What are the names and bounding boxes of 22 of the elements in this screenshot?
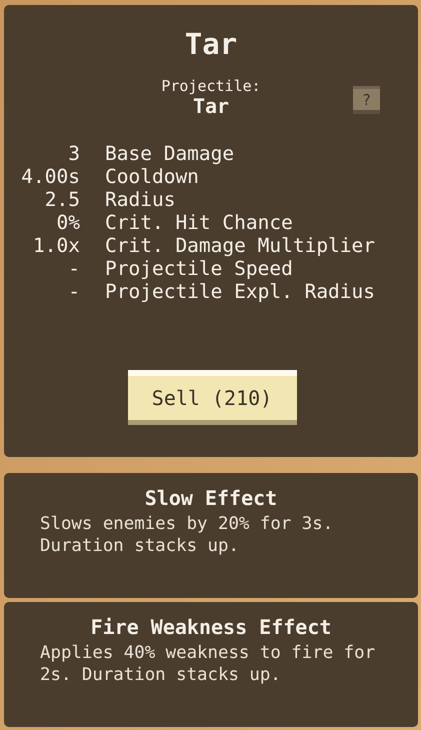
stat-label: Projectile Expl. Radius [105,280,376,303]
sell-button[interactable]: Sell (210) [128,370,296,425]
tower-title: Tar [184,29,238,59]
stat-value: 0% [56,211,80,234]
stat-label: Base Damage [105,142,236,165]
stat-label: Projectile Speed [105,257,294,280]
stat-label: Crit. Damage Multiplier [105,234,376,257]
stat-label: Crit. Hit Chance [105,211,294,234]
effect-title: Fire Weakness Effect [90,614,332,640]
projectile-label: Projectile: [161,77,261,95]
stat-value: - [67,280,80,303]
stat-value: 2.5 [44,188,80,211]
stat-label: Cooldown [105,165,200,188]
effect-description: Slows enemies by 20% for 3s. Duration stacks up. [40,513,334,557]
stat-value: 3 [67,142,80,165]
projectile-name: Tar [192,95,230,117]
stat-label: Radius [105,188,176,211]
effect-description: Applies 40% weakness to fire for 2s. Duration stacks up. [40,642,376,686]
stat-value: 4.00s [20,165,80,188]
stat-value: - [67,257,80,280]
stat-value: 1.0x [32,234,80,257]
effect-title: Slow Effect [144,485,278,511]
